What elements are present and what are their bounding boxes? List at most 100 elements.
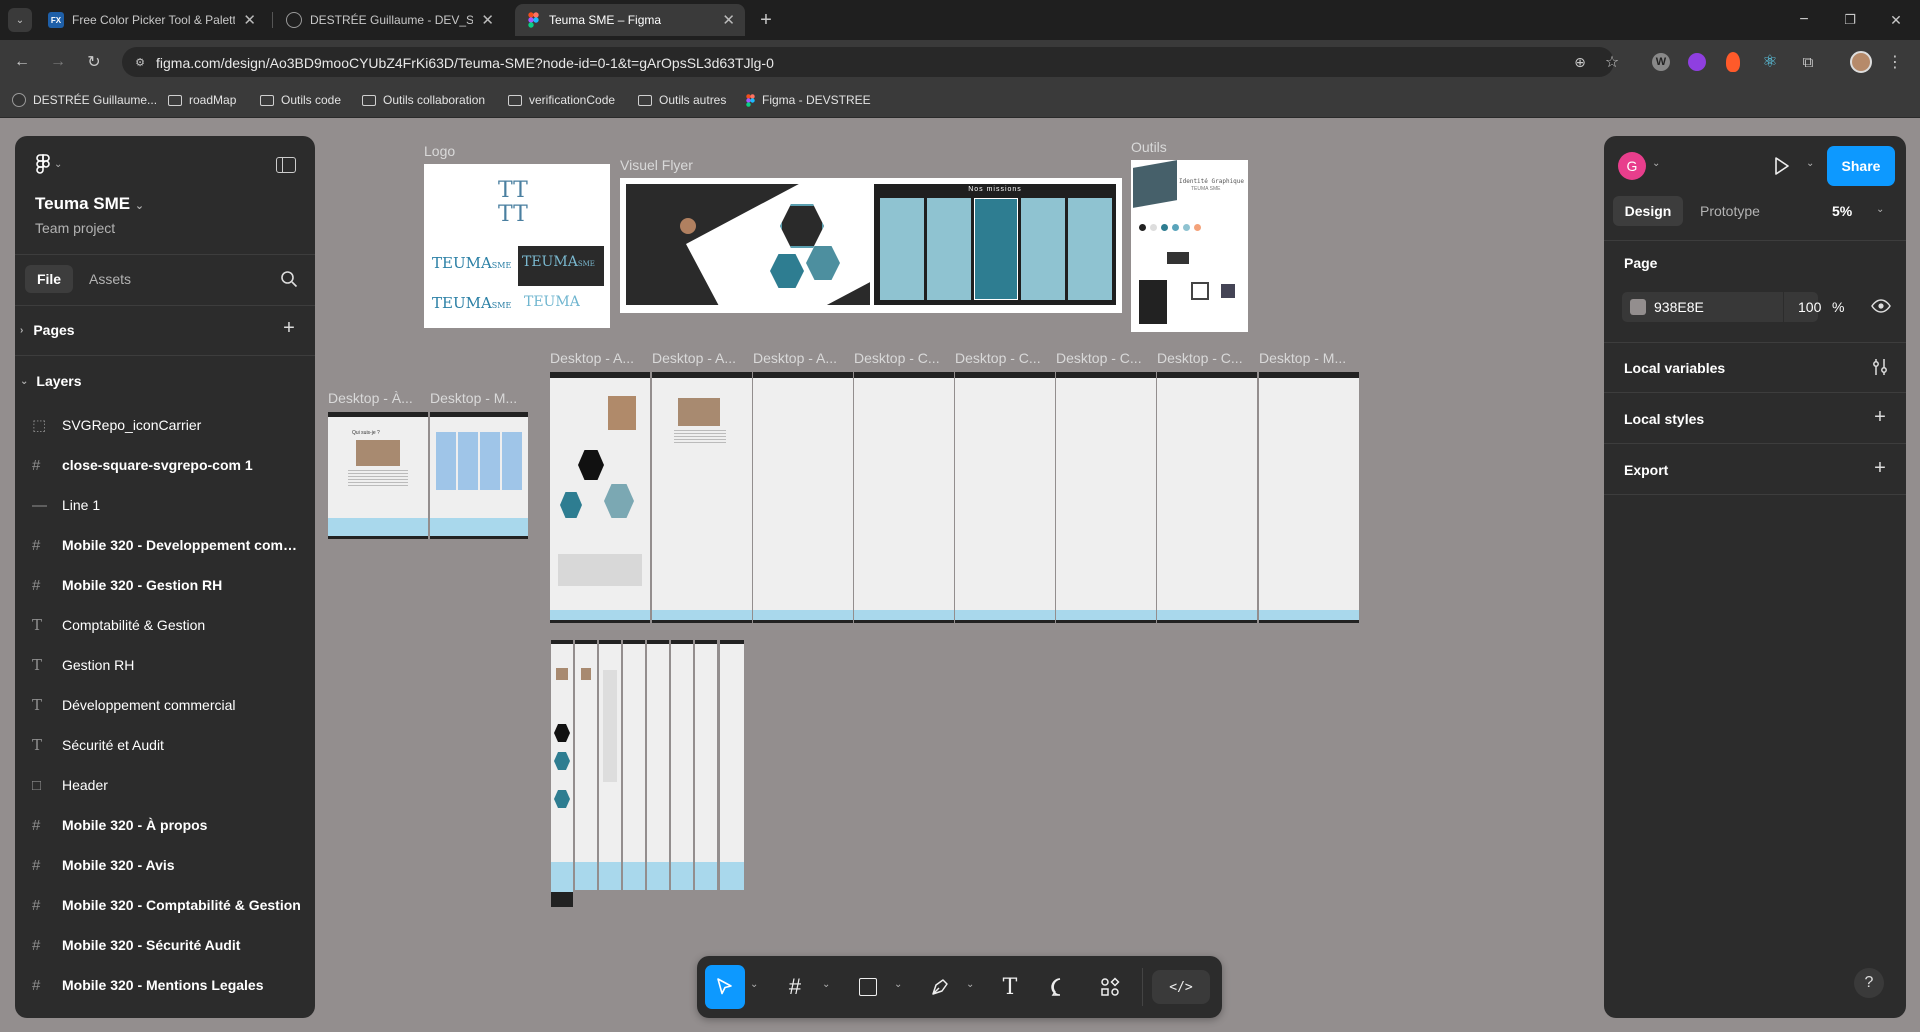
frame-tool-button[interactable]: # <box>775 965 815 1009</box>
frame-mobile-mentions[interactable] <box>720 640 744 890</box>
layer-item[interactable]: T Gestion RH <box>18 645 308 685</box>
bookmark-outils-collaboration[interactable]: Outils collaboration <box>362 90 485 110</box>
page-opacity[interactable]: 100 <box>1798 299 1821 315</box>
user-avatar[interactable]: G <box>1618 152 1646 180</box>
puzzle-icon[interactable]: ⧉ <box>1798 52 1818 72</box>
react-icon[interactable]: ⚛ <box>1760 52 1780 72</box>
url-text[interactable]: figma.com/design/Ao3BD9mooCYUbZ4FrKi63D/… <box>156 55 774 71</box>
flame-icon[interactable] <box>1726 52 1740 72</box>
bookmark-outils-autres[interactable]: Outils autres <box>638 90 726 110</box>
layer-item[interactable]: # close-square-svgrepo-com 1 <box>18 445 308 485</box>
dev-mode-toggle[interactable]: </> <box>1152 970 1210 1004</box>
frame-desktop-apropos[interactable] <box>652 372 752 623</box>
tab-destree[interactable]: DESTRÉE Guillaume - DEV_STRE ✕ <box>276 4 504 36</box>
pen-tool-button[interactable] <box>920 965 960 1009</box>
tab-prototype[interactable]: Prototype <box>1700 203 1760 219</box>
chevron-down-icon[interactable]: ⌄ <box>750 979 758 990</box>
frame-mobile-avis[interactable] <box>599 640 621 890</box>
frame-label-outils[interactable]: Outils <box>1131 139 1167 155</box>
frame-label-desktop[interactable]: Desktop - C... <box>955 350 1041 366</box>
frame-desktop-contact[interactable] <box>955 372 1055 623</box>
zoom-level[interactable]: 5% <box>1832 203 1852 219</box>
bookmark-roadmap[interactable]: roadMap <box>168 90 236 110</box>
text-tool-button[interactable]: T <box>990 965 1030 1009</box>
bookmark-destree[interactable]: DESTRÉE Guillaume... <box>12 90 157 110</box>
actions-tool-button[interactable] <box>1090 965 1130 1009</box>
minimize-icon[interactable]: − <box>1792 8 1816 32</box>
frame-label-logo[interactable]: Logo <box>424 143 455 159</box>
layer-item[interactable]: # Mobile 320 - Comptabilité & Gestion <box>18 885 308 925</box>
local-variables-label[interactable]: Local variables <box>1624 360 1725 376</box>
chevron-down-icon[interactable]: ⌄ <box>966 979 974 990</box>
chevron-down-icon[interactable]: ⌄ <box>1652 158 1660 169</box>
frame-desktop-mentions[interactable] <box>1259 372 1359 623</box>
frame-desktop-apropos-small[interactable]: Qui suis-je ? <box>328 412 428 539</box>
frame-label-desktop[interactable]: Desktop - C... <box>854 350 940 366</box>
frame-desktop-accueil[interactable] <box>550 372 650 623</box>
tab-search-icon[interactable]: ⌄ <box>8 8 32 32</box>
frame-mobile-apropos[interactable] <box>575 640 597 890</box>
layer-item[interactable]: T Sécurité et Audit <box>18 725 308 765</box>
frame-label-desktop[interactable]: Desktop - M... <box>1259 350 1346 366</box>
frame-desktop-missions-small[interactable] <box>430 412 528 539</box>
frame-desktop-securite[interactable] <box>1157 372 1257 623</box>
frame-label-desktop[interactable]: Desktop - C... <box>1056 350 1142 366</box>
frame-label-desktop[interactable]: Desktop - À... <box>328 390 413 406</box>
layer-item[interactable]: # Mobile 320 - Mentions Legales <box>18 965 308 1005</box>
page-color-field[interactable] <box>1622 292 1818 322</box>
tab-file[interactable]: File <box>25 265 73 293</box>
layer-item[interactable]: ⬚ SVGRepo_iconCarrier <box>18 405 308 445</box>
chevron-down-icon[interactable]: ⌄ <box>1806 158 1814 169</box>
tab-design[interactable]: Design <box>1613 196 1683 226</box>
bookmark-outils-code[interactable]: Outils code <box>260 90 341 110</box>
move-tool-button[interactable] <box>705 965 745 1009</box>
page-color-hex[interactable]: 938E8E <box>1654 299 1704 315</box>
restore-icon[interactable]: ❐ <box>1838 8 1862 32</box>
zoom-page-icon[interactable]: ⊕ <box>1570 53 1590 71</box>
reload-icon[interactable]: ↻ <box>82 51 106 73</box>
export-label[interactable]: Export <box>1624 462 1668 478</box>
main-menu-button[interactable]: ⌄ <box>36 154 62 174</box>
layer-item[interactable]: # Mobile 320 - Sécurité Audit <box>18 925 308 965</box>
share-button[interactable]: Share <box>1827 146 1895 186</box>
layer-item[interactable]: # Mobile 320 - Gestion RH <box>18 565 308 605</box>
frame-logo[interactable]: TT TT TEUMASME TEUMASME TEUMASME TEUMA <box>424 164 610 328</box>
pickaxe-icon[interactable] <box>1688 53 1706 71</box>
frame-label-desktop[interactable]: Desktop - A... <box>652 350 736 366</box>
frame-desktop-commercial[interactable] <box>1056 372 1156 623</box>
frame-label-desktop[interactable]: Desktop - C... <box>1157 350 1243 366</box>
frame-mobile-commercial[interactable] <box>623 640 645 890</box>
forward-icon[interactable]: → <box>46 51 70 73</box>
close-tab-icon[interactable]: ✕ <box>722 11 735 29</box>
layer-item[interactable]: — Line 1 <box>18 485 308 525</box>
frame-outils[interactable]: Identité Graphique TEUMA SME <box>1131 160 1248 332</box>
help-button[interactable]: ? <box>1854 968 1884 998</box>
close-tab-icon[interactable]: ✕ <box>243 11 256 29</box>
local-styles-label[interactable]: Local styles <box>1624 411 1704 427</box>
back-icon[interactable]: ← <box>10 51 34 73</box>
tab-color-picker[interactable]: FX Free Color Picker Tool & Palette ✕ <box>38 4 266 36</box>
frame-label-flyer[interactable]: Visuel Flyer <box>620 157 693 173</box>
project-title[interactable]: Teuma SME ⌄ <box>35 194 144 214</box>
frame-mobile-securite[interactable] <box>695 640 717 890</box>
frame-label-desktop[interactable]: Desktop - A... <box>550 350 634 366</box>
bookmark-verificationcode[interactable]: verificationCode <box>508 90 615 110</box>
frame-label-desktop[interactable]: Desktop - A... <box>753 350 837 366</box>
pages-section[interactable]: › Pages <box>20 322 75 338</box>
present-play-icon[interactable] <box>1774 157 1790 175</box>
frame-mobile-accueil[interactable] <box>551 640 573 907</box>
comment-tool-button[interactable] <box>1040 965 1080 1009</box>
new-tab-icon[interactable]: + <box>754 8 778 32</box>
browser-menu-icon[interactable]: ⋮ <box>1886 52 1904 72</box>
frame-desktop-avis[interactable] <box>753 372 853 623</box>
add-export-icon[interactable]: + <box>1870 457 1890 479</box>
site-info-icon[interactable]: ⚙ <box>132 54 148 70</box>
add-style-icon[interactable]: + <box>1870 406 1890 428</box>
search-icon[interactable] <box>280 270 298 288</box>
layer-item[interactable]: T Développement commercial <box>18 685 308 725</box>
profile-avatar[interactable] <box>1850 51 1872 73</box>
team-name[interactable]: Team project <box>35 220 115 236</box>
tab-figma[interactable]: Teuma SME – Figma ✕ <box>515 4 745 36</box>
tab-assets[interactable]: Assets <box>89 271 131 287</box>
add-page-icon[interactable]: + <box>280 317 298 339</box>
